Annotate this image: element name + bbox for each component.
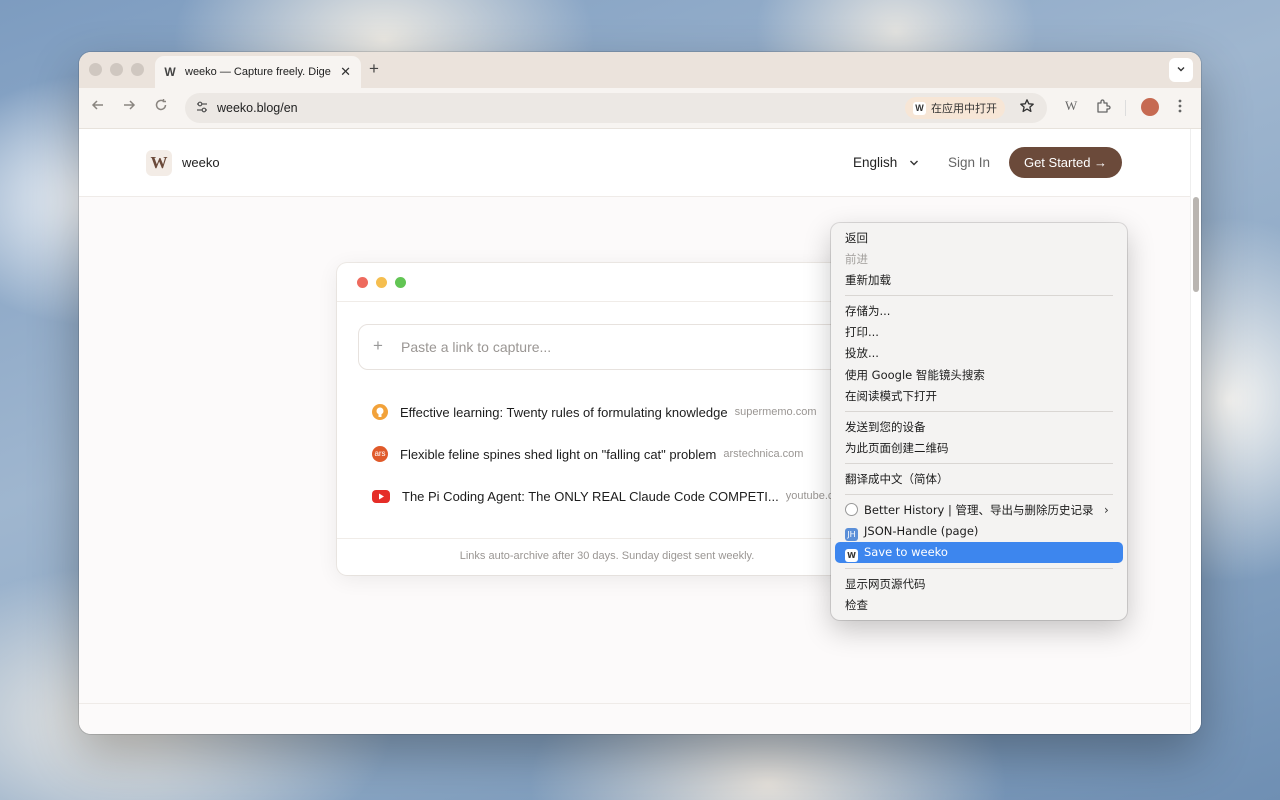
chevron-down-icon bbox=[1177, 67, 1185, 72]
menu-item-reading-mode[interactable]: 在阅读模式下打开 bbox=[845, 387, 937, 405]
history-clock-icon bbox=[845, 503, 858, 516]
link-title: Effective learning: Twenty rules of form… bbox=[400, 404, 728, 420]
plus-icon: + bbox=[373, 336, 383, 355]
menu-item-reload[interactable]: 重新加载 bbox=[845, 271, 891, 289]
minimize-window-button[interactable] bbox=[110, 63, 123, 76]
kebab-menu-icon bbox=[1178, 99, 1182, 113]
site-header: W weeko English Sign In Get Started → bbox=[79, 129, 1191, 197]
language-label: English bbox=[853, 155, 898, 170]
close-window-button[interactable] bbox=[89, 63, 102, 76]
list-item[interactable]: ars Flexible feline spines shed light on… bbox=[372, 444, 803, 464]
reload-icon bbox=[155, 99, 167, 111]
tab-weeko[interactable]: W weeko — Capture freely. Dige ✕ bbox=[155, 56, 361, 88]
json-handle-label: JSON-Handle (page) bbox=[864, 524, 979, 538]
star-icon bbox=[1020, 99, 1034, 113]
weeko-logo-icon[interactable]: W bbox=[146, 150, 172, 176]
json-handle-icon: JH bbox=[845, 528, 858, 541]
menu-item-google-lens[interactable]: 使用 Google 智能镜头搜索 bbox=[845, 366, 985, 384]
forward-arrow-icon bbox=[124, 100, 136, 110]
youtube-icon bbox=[372, 489, 390, 503]
link-domain: arstechnica.com bbox=[723, 448, 804, 460]
profile-avatar[interactable] bbox=[1141, 98, 1159, 116]
back-button[interactable] bbox=[91, 98, 105, 117]
better-history-label: Better History | 管理、导出与删除历史记录 bbox=[864, 503, 1094, 517]
list-item[interactable]: Effective learning: Twenty rules of form… bbox=[372, 402, 817, 422]
language-selector[interactable]: English bbox=[853, 155, 919, 170]
weeko-favicon-icon: W bbox=[164, 65, 176, 79]
menu-item-back[interactable]: 返回 bbox=[845, 229, 868, 247]
ars-icon: ars bbox=[372, 446, 388, 462]
menu-separator bbox=[845, 494, 1113, 495]
menu-separator bbox=[845, 411, 1113, 412]
menu-item-save-as[interactable]: 存储为... bbox=[845, 302, 890, 320]
toolbar-divider bbox=[1125, 100, 1126, 116]
list-item[interactable]: The Pi Coding Agent: The ONLY REAL Claud… bbox=[372, 486, 833, 506]
weeko-app-icon: W bbox=[913, 101, 926, 115]
site-name[interactable]: weeko bbox=[182, 155, 220, 170]
paste-link-placeholder: Paste a link to capture... bbox=[401, 339, 552, 355]
tab-strip: W weeko — Capture freely. Dige ✕ + bbox=[79, 52, 1201, 88]
save-to-weeko-label: Save to weeko bbox=[864, 545, 948, 559]
menu-item-create-qr[interactable]: 为此页面创建二维码 bbox=[845, 439, 949, 457]
get-started-button[interactable]: Get Started → bbox=[1009, 147, 1122, 178]
menu-item-print[interactable]: 打印... bbox=[845, 323, 879, 341]
menu-separator bbox=[845, 295, 1113, 296]
menu-item-forward[interactable]: 前进 bbox=[845, 250, 868, 268]
tune-icon bbox=[197, 101, 207, 113]
menu-separator bbox=[845, 568, 1113, 569]
extensions-button[interactable] bbox=[1095, 98, 1111, 117]
back-arrow-icon bbox=[91, 100, 103, 110]
green-dot bbox=[395, 277, 406, 288]
context-menu: 返回 前进 重新加载 存储为... 打印... 投放... 使用 Google … bbox=[831, 223, 1127, 620]
yellow-dot bbox=[376, 277, 387, 288]
lightbulb-icon bbox=[372, 404, 388, 420]
link-domain: youtube.c bbox=[785, 490, 834, 502]
puzzle-icon bbox=[1097, 99, 1111, 113]
sign-in-link[interactable]: Sign In bbox=[948, 155, 990, 170]
browser-menu-button[interactable] bbox=[1177, 98, 1183, 117]
divider bbox=[337, 301, 877, 302]
menu-separator bbox=[845, 463, 1113, 464]
demo-card: + Paste a link to capture... Effective l… bbox=[337, 263, 877, 575]
scrollbar-thumb[interactable] bbox=[1193, 197, 1199, 292]
menu-item-view-source[interactable]: 显示网页源代码 bbox=[845, 575, 926, 593]
open-in-app-button[interactable]: W 在应用中打开 bbox=[905, 97, 1005, 119]
close-tab-icon[interactable]: ✕ bbox=[340, 64, 351, 80]
url-text[interactable]: weeko.blog/en bbox=[217, 101, 298, 115]
chevron-down-icon bbox=[909, 159, 919, 169]
red-dot bbox=[357, 277, 368, 288]
weeko-extension-icon[interactable]: W bbox=[1065, 98, 1077, 114]
window-controls bbox=[89, 63, 144, 76]
new-tab-button[interactable]: + bbox=[369, 59, 379, 79]
card-window-dots bbox=[357, 277, 406, 288]
tab-title: weeko — Capture freely. Dige bbox=[185, 66, 331, 78]
divider bbox=[337, 538, 877, 539]
card-footer-note: Links auto-archive after 30 days. Sunday… bbox=[459, 550, 755, 562]
weeko-icon: W bbox=[845, 549, 858, 562]
chevron-right-icon: › bbox=[1104, 503, 1109, 517]
site-info-button[interactable] bbox=[195, 100, 209, 117]
open-in-app-label: 在应用中打开 bbox=[931, 103, 997, 115]
link-title: The Pi Coding Agent: The ONLY REAL Claud… bbox=[402, 488, 779, 504]
bookmark-button[interactable] bbox=[1019, 98, 1035, 118]
menu-item-translate[interactable]: 翻译成中文（简体） bbox=[845, 470, 949, 488]
menu-item-save-to-weeko[interactable]: W Save to weeko bbox=[845, 543, 948, 562]
zoom-window-button[interactable] bbox=[131, 63, 144, 76]
menu-item-inspect[interactable]: 检查 bbox=[845, 596, 868, 614]
menu-item-better-history[interactable]: Better History | 管理、导出与删除历史记录 bbox=[845, 501, 1094, 519]
menu-item-send-to-devices[interactable]: 发送到您的设备 bbox=[845, 418, 926, 436]
address-bar[interactable]: weeko.blog/en W 在应用中打开 bbox=[185, 93, 1047, 123]
link-domain: supermemo.com bbox=[734, 406, 817, 418]
toolbar: weeko.blog/en W 在应用中打开 W bbox=[79, 88, 1201, 129]
link-title: Flexible feline spines shed light on "fa… bbox=[400, 446, 717, 462]
tab-search-button[interactable] bbox=[1169, 58, 1193, 82]
paste-link-input[interactable]: + Paste a link to capture... bbox=[358, 324, 877, 370]
menu-item-json-handle[interactable]: JH JSON-Handle (page) bbox=[845, 522, 979, 541]
footer-divider bbox=[79, 703, 1191, 704]
forward-button[interactable] bbox=[122, 98, 136, 117]
reload-button[interactable] bbox=[154, 98, 168, 117]
menu-item-cast[interactable]: 投放... bbox=[845, 344, 879, 362]
